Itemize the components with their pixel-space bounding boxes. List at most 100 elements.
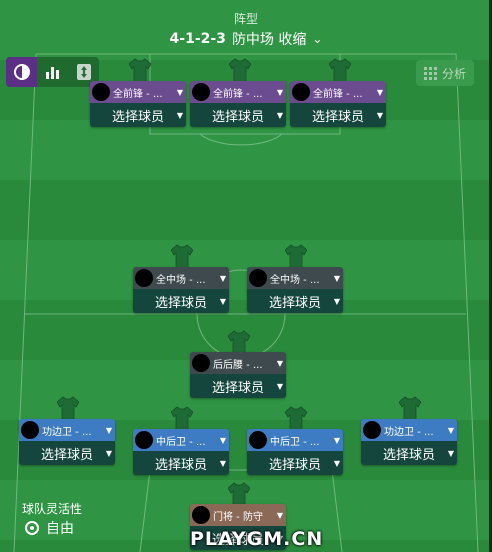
caret-down-icon: ▼: [276, 381, 283, 391]
caret-down-icon: ▼: [447, 448, 454, 458]
role-selector[interactable]: 中后卫 - ... ▼: [247, 429, 343, 451]
duty-indicator: [249, 269, 267, 287]
role-label: 中后卫 - ...: [270, 436, 320, 448]
duty-indicator: [192, 83, 210, 101]
role-selector[interactable]: 中后卫 - ... ▼: [133, 429, 229, 451]
select-player-dropdown[interactable]: 选择球员 ▼: [247, 289, 343, 313]
caret-down-icon: ▼: [219, 435, 227, 445]
caret-down-icon: ▼: [105, 448, 112, 458]
player-slot-card: 功边卫 - ... ▼ 选择球员 ▼: [19, 419, 115, 465]
duty-indicator: [92, 83, 110, 101]
stats-view-button[interactable]: [37, 57, 68, 87]
select-player-dropdown[interactable]: 选择球员 ▼: [361, 441, 457, 465]
team-flexibility-label: 球队灵活性: [22, 502, 83, 516]
duty-indicator: [192, 506, 210, 524]
formation-label: 阵型: [233, 12, 258, 26]
formation-style: 防中场 收缩: [231, 32, 307, 48]
caret-down-icon: ▼: [219, 273, 227, 283]
caret-down-icon: ▼: [276, 87, 284, 97]
view-toolbar: [6, 57, 99, 87]
select-player-label: 选择球员: [154, 295, 207, 311]
player-slot-card: 中后卫 - ... ▼ 选择球员 ▼: [247, 429, 343, 475]
player-slot-card: 全前锋 - ... ▼ 选择球员 ▼: [290, 81, 386, 127]
role-label: 功边卫 - ...: [42, 426, 92, 438]
duty-indicator: [292, 83, 310, 101]
watermark-text: PLAYGM.CN: [190, 528, 324, 550]
select-player-dropdown[interactable]: 选择球员 ▼: [133, 289, 229, 313]
player-slot-card: 后后腰 - ... ▼ 选择球员 ▼: [190, 352, 286, 398]
select-player-label: 选择球员: [211, 380, 264, 396]
settings-cycle-icon: [25, 521, 39, 535]
select-player-label: 选择球员: [111, 109, 164, 125]
analysis-label: 分析: [441, 66, 466, 81]
role-selector[interactable]: 功边卫 - ... ▼: [361, 419, 457, 441]
role-selector[interactable]: 后后腰 - ... ▼: [190, 352, 286, 374]
role-label: 功边卫 - ...: [384, 426, 434, 438]
analysis-button[interactable]: 分析: [416, 60, 474, 86]
role-label: 后后腰 - ...: [213, 359, 263, 371]
formation-selector[interactable]: 4-1-2-3 防中场 收缩 ⌄: [0, 29, 492, 49]
select-player-label: 选择球员: [311, 109, 364, 125]
updown-arrows-icon: [76, 64, 91, 80]
caret-down-icon: ▼: [105, 425, 113, 435]
select-player-dropdown[interactable]: 选择球员 ▼: [90, 103, 186, 127]
role-label: 中后卫 - ...: [156, 436, 206, 448]
caret-down-icon: ▼: [219, 458, 226, 468]
select-player-dropdown[interactable]: 选择球员 ▼: [133, 451, 229, 475]
role-selector[interactable]: 功边卫 - ... ▼: [19, 419, 115, 441]
formation-name: 4-1-2-3: [169, 31, 226, 47]
player-slot-card: 功边卫 - ... ▼ 选择球员 ▼: [361, 419, 457, 465]
grid-icon: [423, 66, 437, 80]
duty-indicator: [249, 431, 267, 449]
caret-down-icon: ▼: [219, 296, 226, 306]
player-slot-card: 全中场 - ... ▼ 选择球员 ▼: [133, 267, 229, 313]
caret-down-icon: ▼: [333, 435, 341, 445]
select-player-label: 选择球员: [268, 457, 321, 473]
role-label: 门将 - 防守: [213, 511, 263, 523]
role-label: 全前锋 - ...: [113, 88, 163, 100]
role-selector[interactable]: 全前锋 - ... ▼: [290, 81, 386, 103]
caret-down-icon: ▼: [276, 510, 284, 520]
caret-down-icon: ▼: [333, 296, 340, 306]
role-label: 全中场 - ...: [270, 274, 320, 286]
role-selector[interactable]: 全中场 - ... ▼: [247, 267, 343, 289]
contrast-icon: [13, 64, 30, 80]
duty-indicator: [192, 354, 210, 372]
select-player-label: 选择球员: [40, 447, 93, 463]
duty-indicator: [135, 431, 153, 449]
select-player-label: 选择球员: [382, 447, 435, 463]
duty-indicator: [135, 269, 153, 287]
caret-down-icon: ▼: [176, 87, 184, 97]
caret-down-icon: ▼: [333, 273, 341, 283]
caret-down-icon: ▼: [276, 110, 283, 120]
select-player-dropdown[interactable]: 选择球员 ▼: [247, 451, 343, 475]
caret-down-icon: ▼: [447, 425, 455, 435]
select-player-dropdown[interactable]: 选择球员 ▼: [190, 103, 286, 127]
team-flexibility-text: 自由: [46, 521, 74, 537]
contrast-toggle-button[interactable]: [6, 57, 37, 87]
formation-header: 阵型 4-1-2-3 防中场 收缩 ⌄: [0, 10, 492, 49]
select-player-dropdown[interactable]: 选择球员 ▼: [19, 441, 115, 465]
chevron-down-icon: ⌄: [312, 32, 323, 46]
role-selector[interactable]: 全中场 - ... ▼: [133, 267, 229, 289]
player-slot-card: 全前锋 - ... ▼ 选择球员 ▼: [90, 81, 186, 127]
caret-down-icon: ▼: [376, 87, 384, 97]
player-slot-card: 全中场 - ... ▼ 选择球员 ▼: [247, 267, 343, 313]
player-slot-card: 中后卫 - ... ▼ 选择球员 ▼: [133, 429, 229, 475]
role-label: 全前锋 - ...: [313, 88, 363, 100]
role-label: 全前锋 - ...: [213, 88, 263, 100]
select-player-dropdown[interactable]: 选择球员 ▼: [290, 103, 386, 127]
select-player-label: 选择球员: [154, 457, 207, 473]
role-selector[interactable]: 全前锋 - ... ▼: [190, 81, 286, 103]
role-label: 全中场 - ...: [156, 274, 206, 286]
select-player-label: 选择球员: [268, 295, 321, 311]
role-selector[interactable]: 门将 - 防守 ▼: [190, 504, 286, 526]
caret-down-icon: ▼: [176, 110, 183, 120]
duty-indicator: [363, 421, 381, 439]
select-player-dropdown[interactable]: 选择球员 ▼: [190, 374, 286, 398]
caret-down-icon: ▼: [376, 110, 383, 120]
caret-down-icon: ▼: [333, 458, 340, 468]
role-selector[interactable]: 全前锋 - ... ▼: [90, 81, 186, 103]
team-flexibility-value[interactable]: 自由: [24, 518, 74, 538]
duty-indicator: [21, 421, 39, 439]
